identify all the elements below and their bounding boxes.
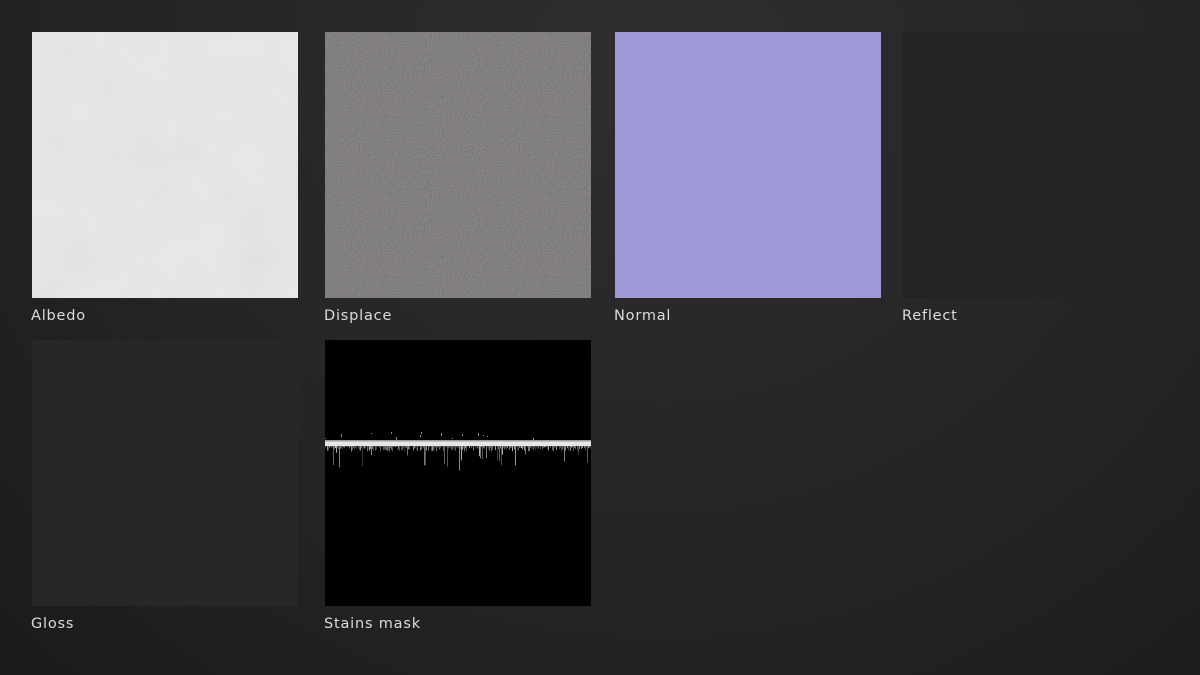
map-label: Gloss [31,616,75,632]
displace-swatch [325,32,591,298]
map-label: Stains mask [324,616,421,632]
map-label: Albedo [31,308,86,324]
stain-band [325,441,591,446]
map-tile-stains-mask: Stains mask [324,340,591,632]
map-tile-displace: Displace [324,32,591,324]
map-tile-normal: Normal [614,32,881,324]
stains-mask-swatch [325,340,591,606]
map-label: Normal [614,308,672,324]
gloss-swatch [32,340,298,606]
map-tile-albedo: Albedo [31,32,298,324]
map-label: Displace [324,308,393,324]
map-label: Reflect [902,308,958,324]
reflect-swatch [903,32,1169,298]
albedo-swatch [32,32,298,298]
normal-swatch [615,32,881,298]
map-tile-reflect: Reflect [902,32,1169,324]
map-tile-gloss: Gloss [31,340,298,632]
